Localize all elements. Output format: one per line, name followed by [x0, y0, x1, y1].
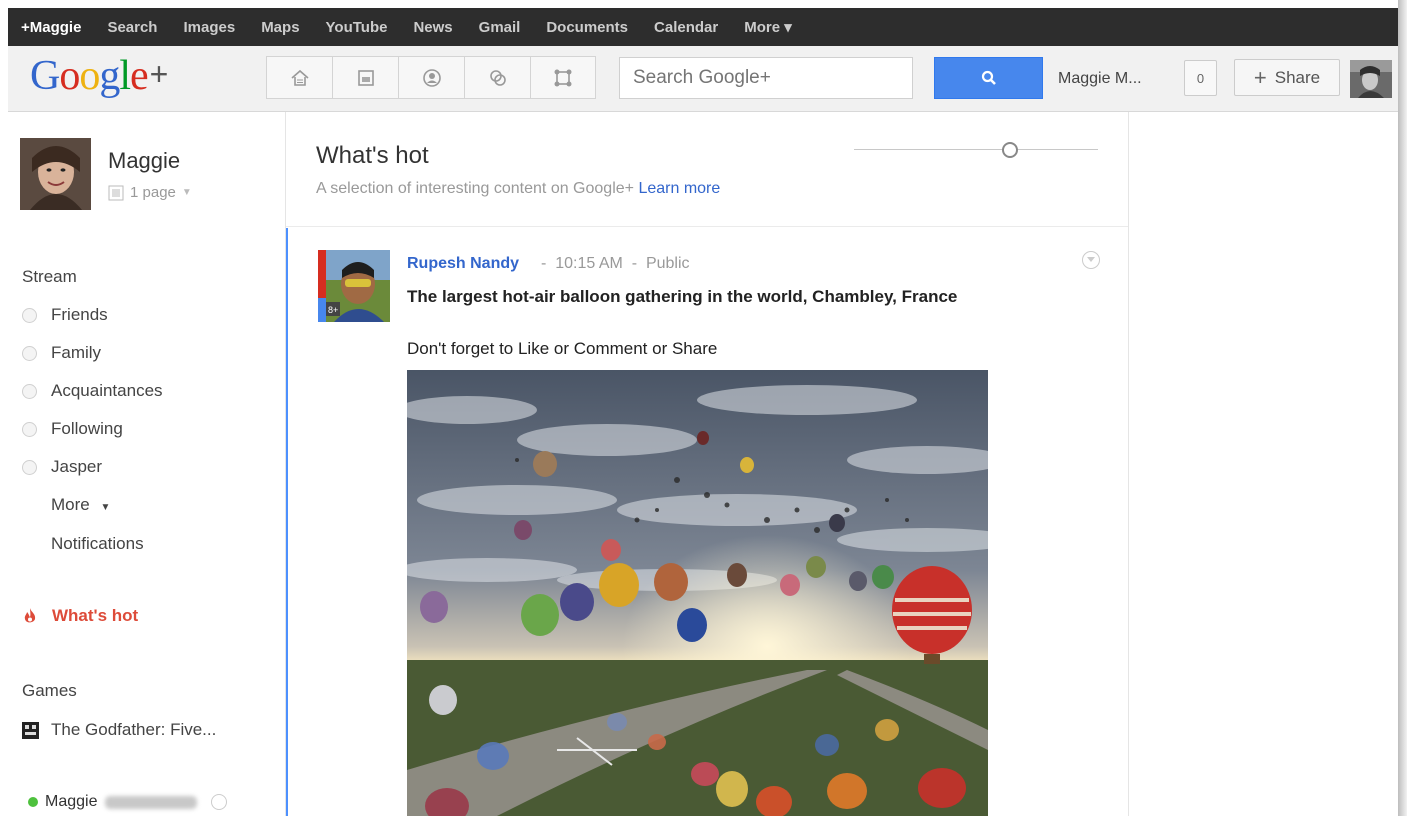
sidebar-item-label: Following: [51, 419, 123, 438]
post-time[interactable]: 10:15 AM: [555, 255, 623, 272]
slider-track: [854, 149, 1098, 150]
caret-down-icon: ▼: [181, 187, 192, 198]
post-title: The largest hot-air balloon gathering in…: [407, 287, 958, 306]
sidebar-item-jasper[interactable]: Jasper: [22, 457, 102, 477]
account-avatar[interactable]: [1350, 60, 1392, 98]
nav-link-maps[interactable]: Maps: [248, 19, 312, 36]
post-card: 8+ Rupesh Nandy - 10:15 AM - Public The …: [286, 228, 1128, 816]
stream-volume-slider[interactable]: [854, 142, 1098, 158]
pages-switcher[interactable]: 1 page ▼: [108, 184, 192, 201]
profile-icon[interactable]: [398, 56, 464, 99]
search-input[interactable]: [619, 57, 913, 99]
post-options-icon[interactable]: [1082, 251, 1100, 269]
header: Google+ Maggie M... 0 + Share: [8, 46, 1398, 112]
more-label: More: [51, 495, 90, 514]
share-label: Share: [1274, 67, 1321, 87]
sidebar-item-acquaintances[interactable]: Acquaintances: [22, 381, 163, 401]
nav-link-calendar[interactable]: Calendar: [641, 19, 731, 36]
circle-icon: [22, 421, 37, 437]
game-thumbnail-icon: [22, 721, 39, 739]
nav-link-documents[interactable]: Documents: [533, 19, 641, 36]
post-visibility[interactable]: Public: [646, 255, 690, 272]
page-title: What's hot: [316, 142, 429, 169]
sidebar-item-family[interactable]: Family: [22, 343, 101, 363]
share-button[interactable]: + Share: [1234, 59, 1340, 96]
sidebar-item-whats-hot[interactable]: What's hot: [22, 606, 138, 626]
post-meta: - 10:15 AM - Public: [541, 255, 690, 272]
account-name[interactable]: Maggie M...: [1058, 70, 1142, 88]
sidebar-item-label: Friends: [51, 305, 108, 324]
plus-icon: +: [1253, 64, 1267, 90]
nav-link-gmail[interactable]: Gmail: [466, 19, 534, 36]
blurred-surname: [105, 795, 198, 809]
photos-icon[interactable]: [332, 56, 398, 99]
subtitle-text: A selection of interesting content on Go…: [316, 180, 634, 197]
games-icon[interactable]: [530, 56, 596, 99]
search-button[interactable]: [934, 57, 1043, 99]
profile-name[interactable]: Maggie: [108, 148, 180, 174]
pages-label: 1 page: [130, 184, 176, 201]
game-title: The Godfather: Five...: [51, 720, 217, 739]
nav-link-youtube[interactable]: YouTube: [313, 19, 401, 36]
home-icon[interactable]: [266, 56, 332, 99]
author-avatar[interactable]: 8+: [318, 250, 390, 322]
stream-header: What's hot A selection of interesting co…: [286, 112, 1128, 227]
stream-label[interactable]: Stream: [22, 267, 77, 287]
sidebar-more[interactable]: More ▼: [51, 495, 110, 515]
circle-icon: [22, 345, 37, 361]
search-icon: [981, 70, 996, 85]
sidebar-item-label: Family: [51, 343, 102, 362]
pages-icon: [108, 185, 124, 200]
learn-more-link[interactable]: Learn more: [638, 180, 720, 197]
post-body: Don't forget to Like or Comment or Share: [407, 339, 718, 358]
game-item[interactable]: The Godfather: Five...: [22, 720, 216, 740]
window-edge: [1398, 0, 1407, 816]
circles-icon[interactable]: [464, 56, 530, 99]
nav-link-images[interactable]: Images: [170, 19, 248, 36]
online-status-icon: [28, 797, 38, 807]
sidebar-item-label: Acquaintances: [51, 381, 163, 400]
caret-down-icon: ▼: [100, 502, 111, 513]
nav-link-maggie[interactable]: +Maggie: [8, 19, 94, 36]
post-author[interactable]: Rupesh Nandy: [407, 255, 519, 273]
google-plus-logo[interactable]: Google+: [30, 52, 168, 100]
left-sidebar: Maggie 1 page ▼ Stream Friends Family Ac…: [0, 112, 285, 816]
games-label[interactable]: Games: [22, 681, 77, 701]
page-subtitle: A selection of interesting content on Go…: [316, 180, 720, 198]
circle-icon: [22, 383, 37, 399]
nav-link-news[interactable]: News: [400, 19, 465, 36]
chat-contact[interactable]: Maggie: [28, 793, 228, 811]
post-photo[interactable]: [407, 370, 988, 816]
whats-hot-label: What's hot: [52, 606, 139, 625]
right-column-divider: [1128, 112, 1129, 816]
chevron-down-icon[interactable]: [211, 794, 228, 810]
svg-text:8+: 8+: [328, 305, 338, 315]
slider-handle[interactable]: [1002, 142, 1019, 158]
sidebar-item-friends[interactable]: Friends: [22, 305, 108, 325]
sidebar-item-label: Jasper: [51, 457, 103, 476]
google-bar: +Maggie Search Images Maps YouTube News …: [8, 8, 1398, 46]
chat-contact-name: Maggie: [45, 793, 98, 810]
notification-count[interactable]: 0: [1184, 60, 1217, 96]
stream-nav-icons: [266, 56, 596, 99]
nav-link-search[interactable]: Search: [94, 19, 170, 36]
sidebar-item-following[interactable]: Following: [22, 419, 123, 439]
flame-icon: [24, 608, 36, 623]
circle-icon: [22, 459, 37, 475]
sidebar-notifications[interactable]: Notifications: [51, 534, 144, 554]
nav-link-more[interactable]: More ▾: [731, 18, 805, 36]
profile-avatar[interactable]: [20, 138, 91, 210]
circle-icon: [22, 307, 37, 323]
